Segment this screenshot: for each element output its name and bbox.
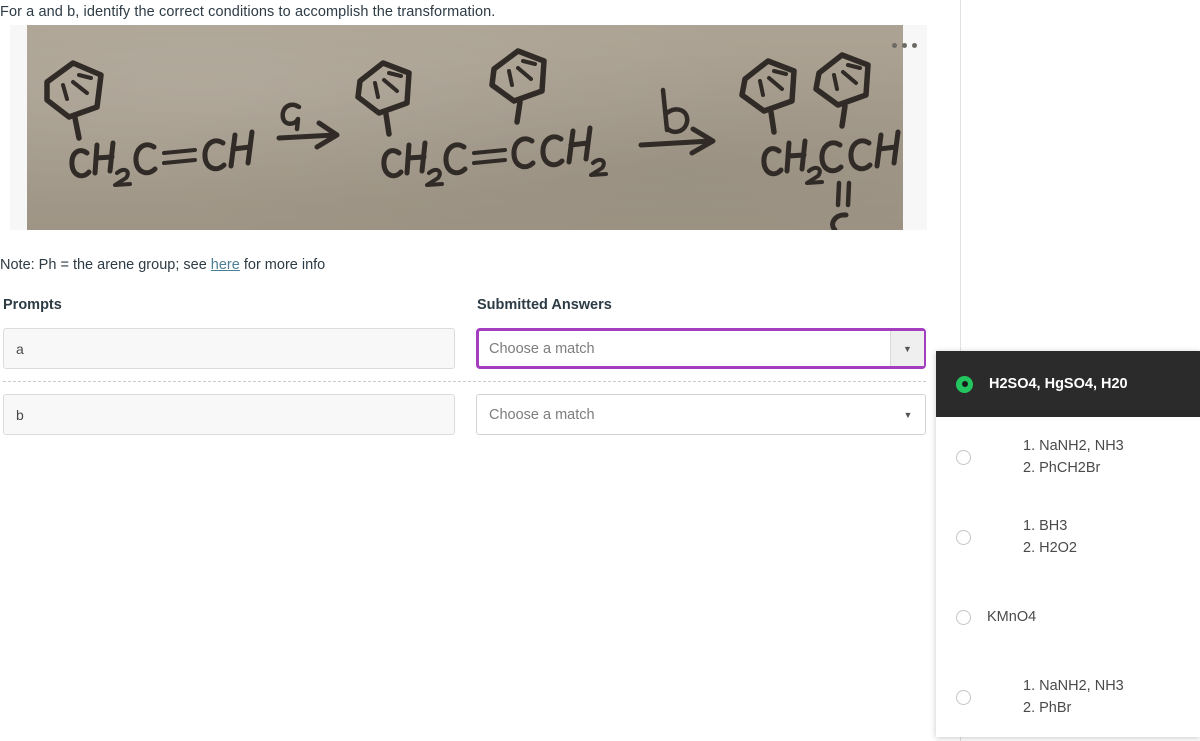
option-line: 2. PhCH2Br: [1023, 460, 1101, 476]
option-line: 2. PhBr: [1023, 700, 1072, 716]
question-page: For a and b, identify the correct condit…: [0, 0, 1200, 741]
question-stem: For a and b, identify the correct condit…: [0, 4, 496, 20]
radio-icon[interactable]: [956, 449, 971, 465]
dropdown-option[interactable]: 1. NaNH2, NH3 2. PhCH2Br: [936, 417, 1200, 497]
option-line: 1. BH3: [1023, 518, 1068, 534]
answer-select-a-value: Choose a match: [489, 340, 595, 357]
option-line: 1. NaNH2, NH3: [1023, 678, 1124, 694]
ellipsis-icon[interactable]: [892, 43, 917, 48]
dropdown-option[interactable]: 1. BH3 2. H2O2: [936, 497, 1200, 577]
radio-selected-icon[interactable]: [956, 375, 973, 393]
ellipsis-dot: [902, 43, 907, 48]
option-line: KMnO4: [987, 609, 1037, 625]
dropdown-option-label: 1. NaNH2, NH3 2. PhBr: [1023, 675, 1124, 719]
chevron-down-icon[interactable]: ▼: [891, 395, 925, 434]
option-line: 2. H2O2: [1023, 540, 1077, 556]
note-text: Note: Ph = the arene group; see here for…: [0, 257, 325, 273]
radio-icon[interactable]: [956, 609, 971, 625]
dropdown-option-label: 1. NaNH2, NH3 2. PhCH2Br: [1023, 435, 1124, 479]
radio-icon[interactable]: [956, 529, 971, 545]
chevron-down-icon[interactable]: ▼: [890, 331, 924, 366]
handwritten-reaction-photo[interactable]: [27, 25, 903, 230]
answer-options-dropdown[interactable]: H2SO4, HgSO4, H20 1. NaNH2, NH3 2. PhCH2…: [936, 351, 1200, 737]
answer-select-a[interactable]: Choose a match ▼: [476, 328, 926, 369]
note-suffix: for more info: [239, 257, 326, 273]
option-line: 1. NaNH2, NH3: [1023, 438, 1124, 454]
answer-select-b-value: Choose a match: [489, 406, 595, 423]
note-link[interactable]: here: [211, 257, 240, 273]
prompt-box-b: b: [3, 394, 455, 435]
reaction-image-frame: [10, 25, 927, 230]
dropdown-option-label: H2SO4, HgSO4, H20: [989, 373, 1128, 395]
dropdown-option-label: 1. BH3 2. H2O2: [1023, 515, 1077, 559]
option-line: H2SO4, HgSO4, H20: [989, 376, 1128, 392]
dropdown-option[interactable]: 1. NaNH2, NH3 2. PhBr: [936, 657, 1200, 737]
dropdown-option[interactable]: H2SO4, HgSO4, H20: [936, 351, 1200, 417]
handwriting-overlay: [44, 48, 901, 230]
dropdown-option[interactable]: KMnO4: [936, 577, 1200, 657]
submitted-answers-header: Submitted Answers: [477, 297, 612, 313]
answer-select-b[interactable]: Choose a match ▼: [476, 394, 926, 435]
row-divider: [3, 381, 926, 382]
note-prefix: Note: Ph = the arene group; see: [0, 257, 211, 273]
prompt-box-a: a: [3, 328, 455, 369]
dropdown-option-label: KMnO4: [987, 606, 1036, 628]
radio-icon[interactable]: [956, 689, 971, 705]
ellipsis-dot: [912, 43, 917, 48]
match-row: a Choose a match ▼: [0, 328, 926, 370]
match-row: b Choose a match ▼: [0, 394, 926, 436]
ellipsis-dot: [892, 43, 897, 48]
prompts-header: Prompts: [3, 297, 62, 313]
